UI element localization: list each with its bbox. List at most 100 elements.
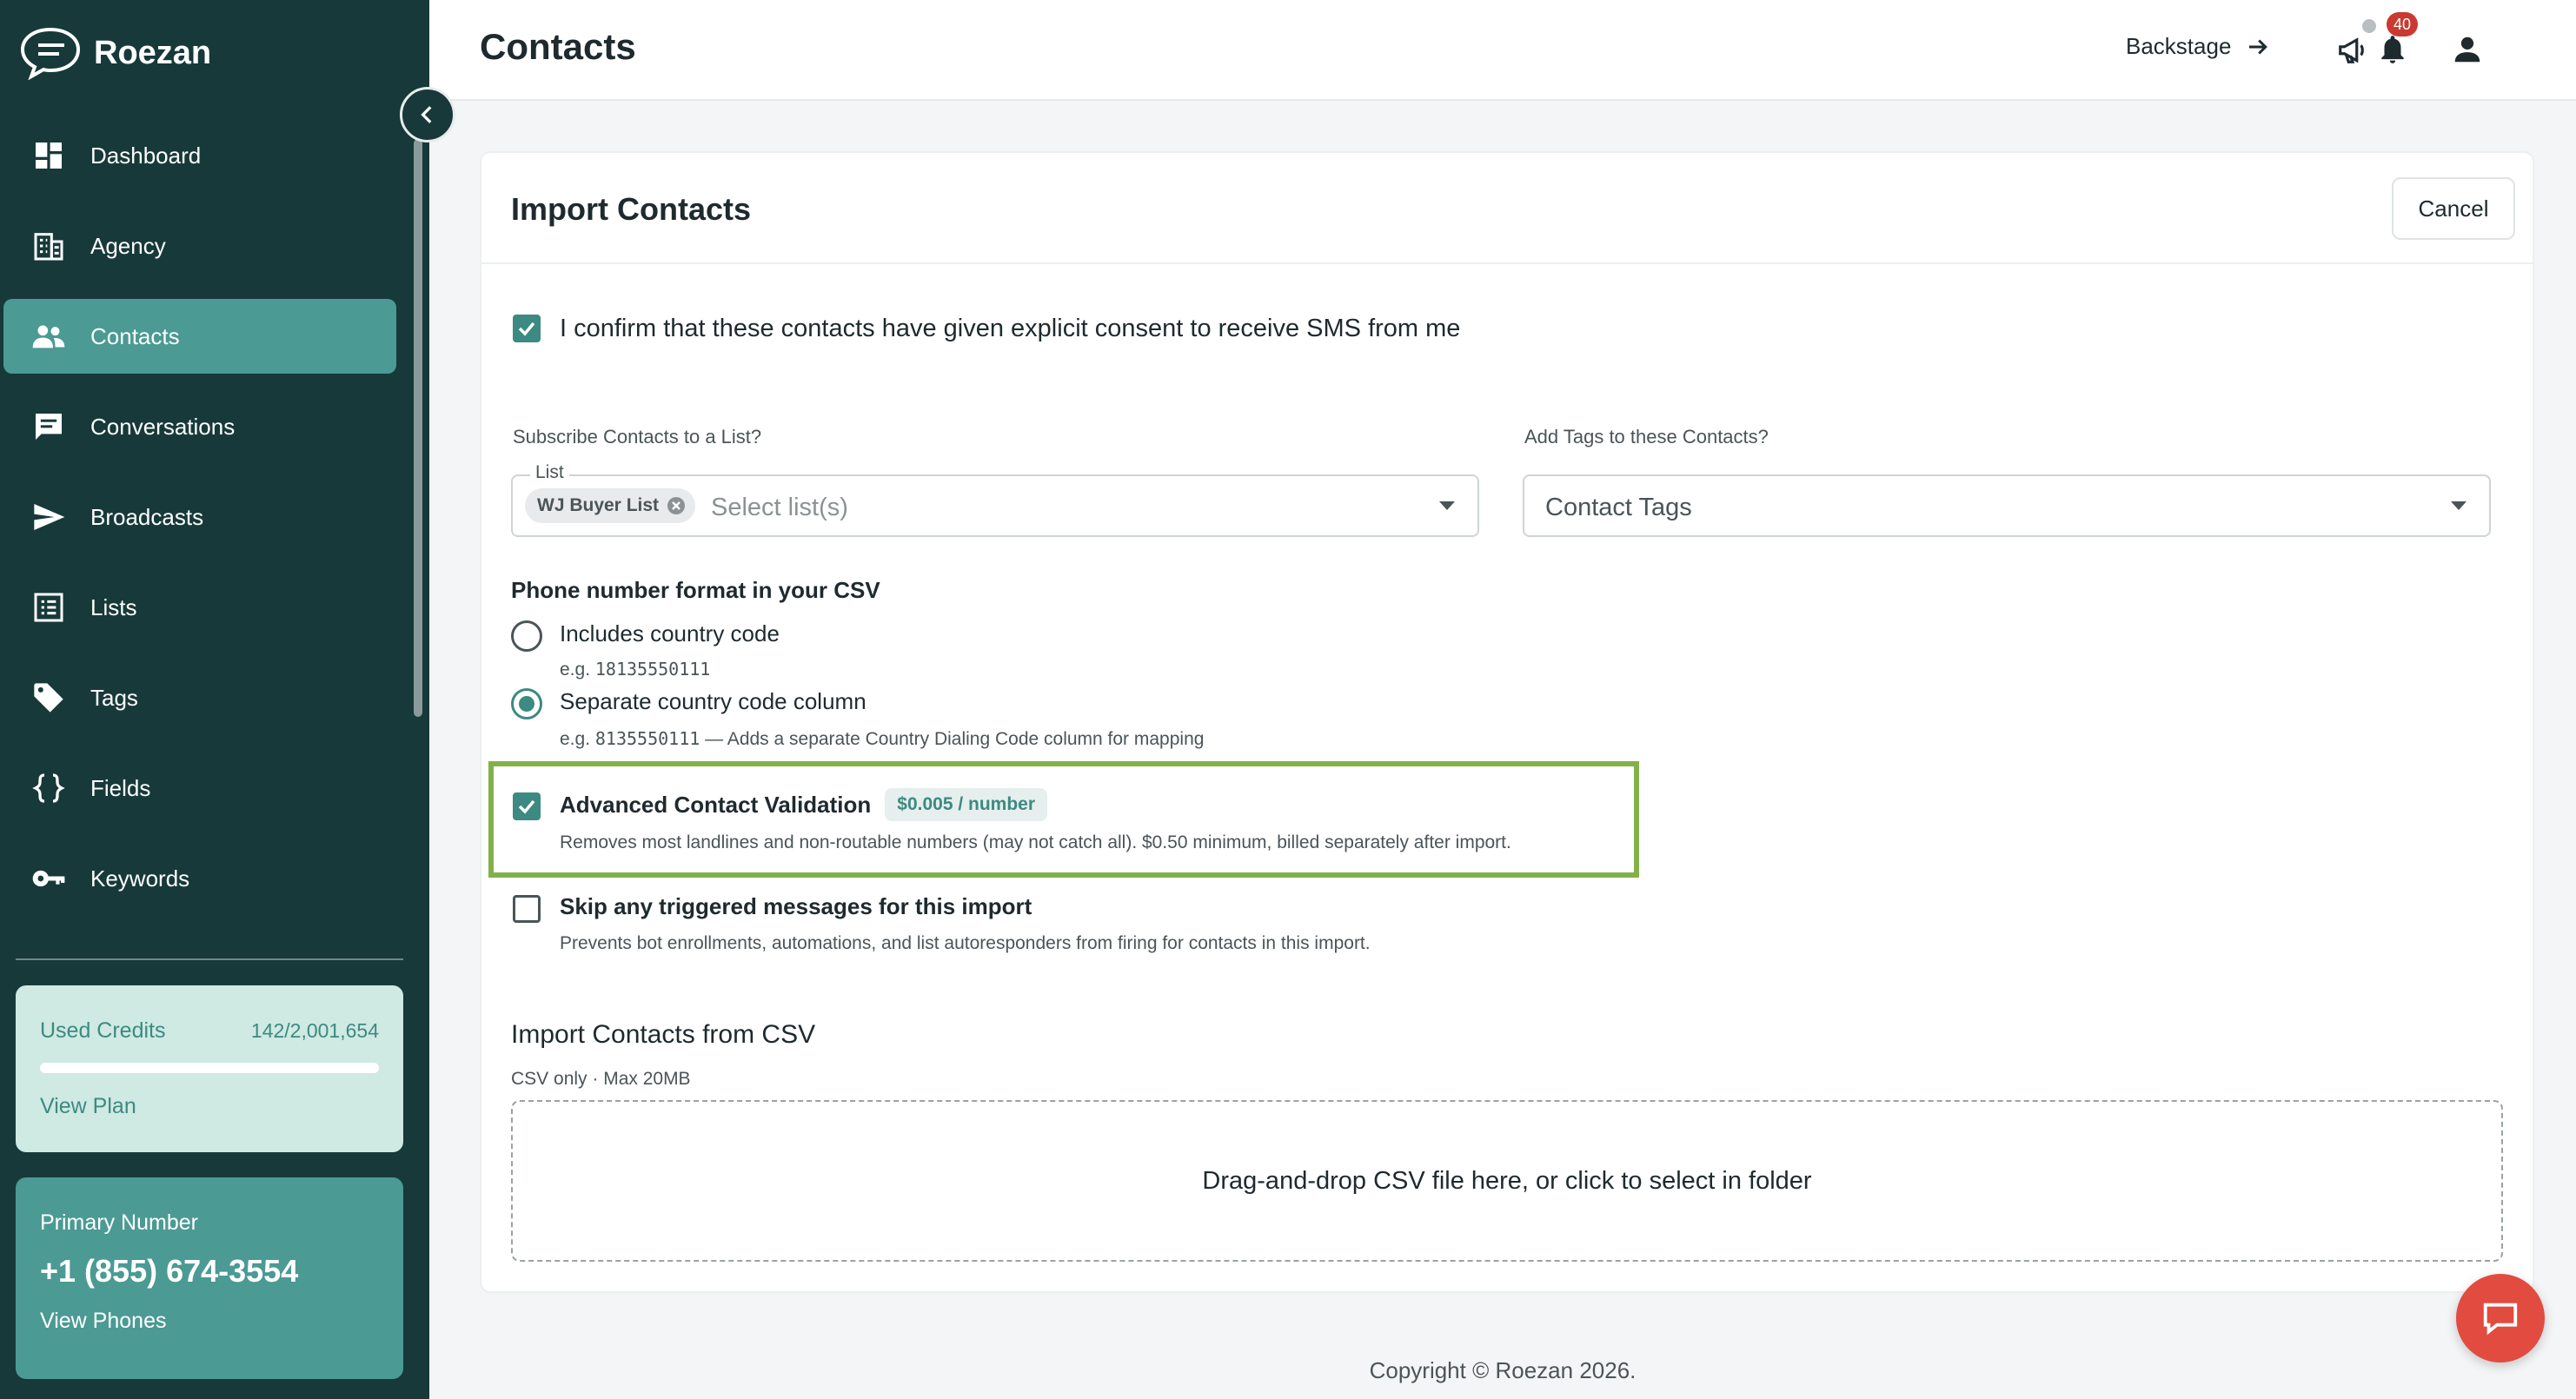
chat-bubble-logo-icon (20, 27, 81, 80)
list-icon (34, 593, 63, 622)
caret-down-icon (2451, 501, 2466, 510)
caret-down-icon (1439, 501, 1455, 510)
list-field-legend: List (530, 462, 569, 483)
validation-description: Removes most landlines and non-routable … (560, 832, 1511, 852)
hint-prefix: e.g. (560, 660, 591, 680)
bell-icon (2381, 36, 2404, 63)
arrow-right-icon (2249, 38, 2268, 55)
page-title: Contacts (480, 26, 636, 67)
primary-number-label: Primary Number (40, 1210, 198, 1235)
chat-bubble-icon (2483, 1303, 2518, 1336)
sidebar-item-lists[interactable]: Lists (3, 570, 396, 645)
building-icon (34, 233, 63, 261)
user-icon (2454, 36, 2480, 63)
card-header: Import Contacts Cancel (481, 153, 2533, 264)
validation-checkbox[interactable] (513, 792, 541, 820)
tag-icon (34, 683, 63, 713)
sidebar-collapse-button[interactable] (400, 87, 455, 143)
app-name: Roezan (94, 34, 212, 71)
csv-import-subtitle: CSV only · Max 20MB (511, 1069, 691, 1089)
user-menu-button[interactable] (2447, 30, 2487, 70)
radio-separate-country-code[interactable] (511, 688, 542, 719)
chat-support-button[interactable] (2456, 1274, 2545, 1363)
credits-value: 142/2,001,654 (250, 1019, 379, 1042)
logo[interactable]: Roezan (19, 24, 211, 82)
sidebar-item-label: Broadcasts (90, 503, 204, 530)
sidebar-item-dashboard[interactable]: Dashboard (3, 118, 396, 193)
key-icon (32, 870, 65, 887)
credits-card: Used Credits 142/2,001,654 View Plan (16, 985, 403, 1152)
checkmark-icon (518, 322, 535, 336)
sidebar-nav: Dashboard Agency Contacts Conversations … (0, 118, 408, 932)
braces-icon (32, 773, 65, 803)
skip-triggers-label: Skip any triggered messages for this imp… (560, 893, 1032, 919)
sidebar-item-label: Keywords (90, 865, 190, 892)
sidebar-item-label: Conversations (90, 413, 236, 440)
skip-triggers-description: Prevents bot enrollments, automations, a… (560, 933, 1371, 953)
cancel-button[interactable]: Cancel (2392, 177, 2515, 240)
radio-selected-dot (519, 696, 534, 712)
sidebar-item-contacts[interactable]: Contacts (3, 299, 396, 374)
announcements-button[interactable] (2333, 30, 2373, 70)
sidebar-item-tags[interactable]: Tags (3, 660, 396, 735)
option-label: Includes country code (560, 620, 780, 646)
primary-number-value: +1 (855) 674-3554 (40, 1253, 299, 1289)
sidebar-scrollbar[interactable] (414, 139, 422, 717)
consent-label: I confirm that these contacts have given… (560, 315, 1461, 342)
people-icon (32, 325, 65, 348)
megaphone-icon (2339, 37, 2364, 63)
consent-checkbox[interactable] (513, 315, 541, 342)
backstage-link[interactable]: Backstage (2126, 33, 2271, 60)
subscribe-list-label: Subscribe Contacts to a List? (513, 426, 762, 448)
validation-header: Advanced Contact Validation $0.005 / num… (560, 787, 1048, 822)
checkmark-icon (518, 799, 535, 814)
validation-price-badge: $0.005 / number (885, 788, 1048, 821)
add-tags-label: Add Tags to these Contacts? (1524, 426, 1769, 448)
chip-remove-icon[interactable] (666, 495, 687, 516)
option-label: Separate country code column (560, 688, 866, 714)
sidebar-item-label: Dashboard (90, 142, 202, 169)
sidebar-divider (16, 958, 403, 960)
dropzone-text: Drag-and-drop CSV file here, or click to… (1202, 1166, 1812, 1195)
credits-label: Used Credits (40, 1018, 166, 1043)
chevron-left-icon (421, 106, 432, 123)
sidebar-item-fields[interactable]: Fields (3, 751, 396, 825)
hint-suffix: — Adds a separate Country Dialing Code c… (700, 729, 1205, 749)
import-title: Import Contacts (511, 191, 752, 227)
primary-number-card: Primary Number +1 (855) 674-3554 View Ph… (16, 1177, 403, 1379)
view-plan-link[interactable]: View Plan (40, 1094, 136, 1119)
list-select[interactable]: List WJ Buyer List Select list(s) (511, 462, 1479, 537)
backstage-label: Backstage (2126, 33, 2232, 59)
sidebar-item-agency[interactable]: Agency (3, 209, 396, 283)
sidebar-item-label: Tags (90, 684, 138, 711)
option-hint: e.g. 18135550111 (560, 659, 710, 680)
csv-dropzone[interactable]: Drag-and-drop CSV file here, or click to… (511, 1100, 2503, 1262)
hint-prefix: e.g. (560, 729, 591, 749)
radio-includes-country-code[interactable] (511, 620, 542, 652)
tags-select[interactable]: Contact Tags (1523, 474, 2491, 537)
list-chip: WJ Buyer List (525, 488, 696, 523)
dashboard-icon (36, 143, 62, 169)
skip-triggers-checkbox[interactable] (513, 895, 541, 923)
tags-select-placeholder: Contact Tags (1545, 494, 1692, 521)
sidebar-item-label: Contacts (90, 322, 180, 349)
sidebar-item-label: Lists (90, 593, 137, 620)
chat-icon (36, 414, 62, 440)
phone-format-label: Phone number format in your CSV (511, 577, 880, 603)
sidebar-item-label: Agency (90, 232, 166, 259)
notification-count-badge: 40 (2387, 12, 2418, 36)
view-phones-link[interactable]: View Phones (40, 1309, 166, 1334)
sidebar-item-keywords[interactable]: Keywords (3, 841, 396, 916)
sidebar-item-label: Fields (90, 774, 151, 801)
sidebar: Roezan Dashboard Agency Contacts Convers… (0, 0, 429, 1399)
hint-example: 18135550111 (594, 659, 711, 680)
credits-progress-bar (40, 1063, 379, 1073)
list-select-placeholder: Select list(s) (711, 494, 848, 521)
csv-import-title: Import Contacts from CSV (511, 1020, 816, 1049)
list-chip-label: WJ Buyer List (537, 495, 660, 515)
validation-label: Advanced Contact Validation (560, 791, 872, 818)
send-icon (34, 504, 65, 530)
hint-example: 8135550111 (594, 728, 700, 749)
sidebar-item-broadcasts[interactable]: Broadcasts (3, 480, 396, 554)
sidebar-item-conversations[interactable]: Conversations (3, 389, 396, 464)
